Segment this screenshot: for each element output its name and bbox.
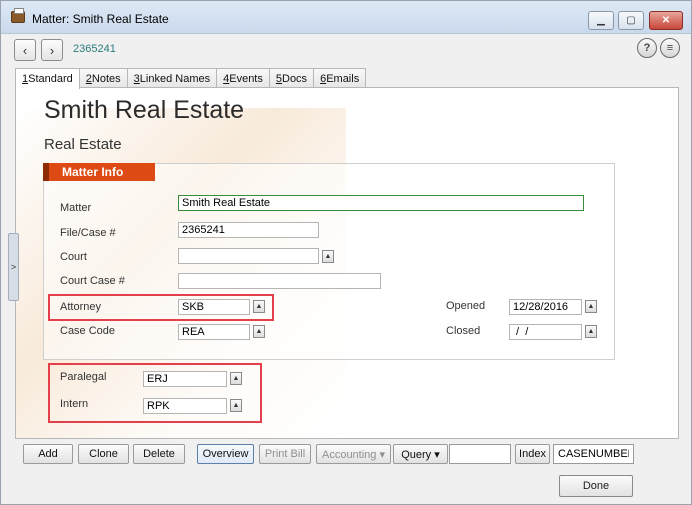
done-button[interactable]: Done <box>559 475 633 497</box>
maximize-button[interactable]: ▢ <box>618 11 644 30</box>
print-bill-button[interactable]: Print Bill <box>259 444 311 464</box>
paralegal-field[interactable] <box>143 371 227 387</box>
caret-up-icon: ▲ <box>587 328 595 335</box>
query-input[interactable] <box>449 444 511 464</box>
caret-up-icon: ▲ <box>587 303 595 310</box>
matter-field[interactable] <box>178 195 584 211</box>
caret-up-icon: ▲ <box>232 402 240 409</box>
close-button[interactable]: ✕ <box>649 11 683 30</box>
closed-field[interactable] <box>509 324 582 340</box>
record-id: 2365241 <box>73 43 116 55</box>
matter-title: Smith Real Estate <box>44 96 245 124</box>
intern-field[interactable] <box>143 398 227 414</box>
section-header: Matter Info <box>43 163 155 181</box>
case-code-lookup-button[interactable]: ▲ <box>253 325 265 338</box>
title-bar: Matter: Smith Real Estate ▁ ▢ ✕ <box>1 1 691 34</box>
matter-label: Matter <box>60 202 92 214</box>
caret-up-icon: ▲ <box>324 253 332 260</box>
side-panel-toggle[interactable]: > <box>8 233 19 301</box>
index-field[interactable] <box>553 444 634 464</box>
opened-date-button[interactable]: ▲ <box>585 300 597 313</box>
court-case-field[interactable] <box>178 273 381 289</box>
tab-notes[interactable]: 2 Notes <box>78 68 128 88</box>
file-case-field[interactable] <box>178 222 319 238</box>
overview-button[interactable]: Overview <box>197 444 254 464</box>
tab-linked-names[interactable]: 3 Linked Names <box>126 68 218 88</box>
window-title: Matter: Smith Real Estate <box>32 12 169 26</box>
court-lookup-button[interactable]: ▲ <box>322 250 334 263</box>
tab-docs[interactable]: 5 Docs <box>268 68 315 88</box>
help-button[interactable]: ? <box>637 38 657 58</box>
tab-standard[interactable]: 1 Standard <box>15 68 80 89</box>
maximize-icon: ▢ <box>626 15 636 26</box>
court-label: Court <box>60 251 87 263</box>
tab-bar: 1 Standard 2 Notes 3 Linked Names 4 Even… <box>15 68 367 89</box>
forward-button[interactable]: › <box>41 39 63 61</box>
chevron-right-icon: › <box>49 42 55 58</box>
file-case-label: File/Case # <box>60 227 116 239</box>
paralegal-lookup-button[interactable]: ▲ <box>230 372 242 385</box>
intern-lookup-button[interactable]: ▲ <box>230 399 242 412</box>
back-button[interactable]: ‹ <box>14 39 36 61</box>
matter-subtitle: Real Estate <box>44 136 122 153</box>
add-button[interactable]: Add <box>23 444 73 464</box>
attorney-field[interactable] <box>178 299 250 315</box>
court-case-label: Court Case # <box>60 275 125 287</box>
opened-label: Opened <box>446 300 486 312</box>
clone-button[interactable]: Clone <box>78 444 129 464</box>
paralegal-label: Paralegal <box>60 371 107 383</box>
intern-label: Intern <box>60 398 89 410</box>
attorney-lookup-button[interactable]: ▲ <box>253 300 265 313</box>
opened-field[interactable] <box>509 299 582 315</box>
minimize-icon: ▁ <box>597 15 605 26</box>
case-code-label: Case Code <box>60 325 116 337</box>
close-icon: ✕ <box>661 15 671 26</box>
court-field[interactable] <box>178 248 319 264</box>
caret-up-icon: ▲ <box>232 375 240 382</box>
help-icon: ? <box>643 42 651 54</box>
index-button[interactable]: Index <box>515 444 550 464</box>
menu-icon: ≡ <box>666 42 674 54</box>
delete-button[interactable]: Delete <box>133 444 185 464</box>
case-code-field[interactable] <box>178 324 250 340</box>
tab-emails[interactable]: 6 Emails <box>313 68 367 88</box>
caret-up-icon: ▲ <box>255 303 263 310</box>
closed-date-button[interactable]: ▲ <box>585 325 597 338</box>
caret-up-icon: ▲ <box>255 328 263 335</box>
accounting-button[interactable]: Accounting ▾ <box>316 444 391 464</box>
menu-button[interactable]: ≡ <box>660 38 680 58</box>
query-button[interactable]: Query ▾ <box>393 444 448 464</box>
matter-window: Matter: Smith Real Estate ▁ ▢ ✕ ‹ › 2365… <box>0 0 692 505</box>
tab-events[interactable]: 4 Events <box>216 68 270 88</box>
chevron-left-icon: ‹ <box>22 42 28 58</box>
chevron-right-icon: > <box>10 262 17 272</box>
attorney-label: Attorney <box>60 301 101 313</box>
minimize-button[interactable]: ▁ <box>588 11 614 30</box>
closed-label: Closed <box>446 325 481 337</box>
folder-icon <box>11 8 25 23</box>
standard-panel: Smith Real Estate Real Estate Matter Inf… <box>15 87 679 439</box>
